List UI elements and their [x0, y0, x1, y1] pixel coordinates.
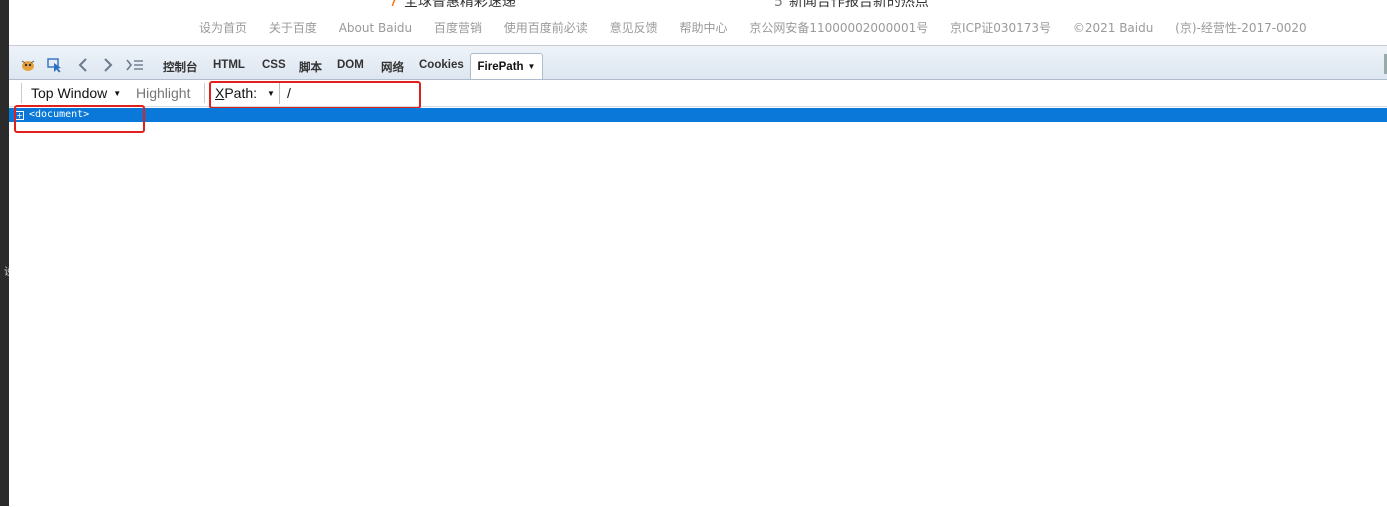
- footer-link[interactable]: 意见反馈: [610, 21, 658, 35]
- firebug-bug-icon[interactable]: [19, 57, 37, 73]
- firebug-panel: 控制台 HTML CSS 脚本 DOM 网络 Cookies FirePath ▼…: [9, 45, 1387, 507]
- footer-link[interactable]: About Baidu: [339, 21, 412, 35]
- caret-down-icon: ▼: [527, 62, 536, 71]
- xpath-input[interactable]: [279, 82, 1387, 104]
- footer-link[interactable]: 关于百度: [269, 21, 317, 35]
- forward-arrow-icon[interactable]: [99, 57, 117, 73]
- footer-links: 设为首页 关于百度 About Baidu 百度营销 使用百度前必读 意见反馈 …: [199, 19, 1325, 36]
- news-number: 5: [774, 0, 783, 10]
- news-item[interactable]: 5 新闻合作报告新的热点: [774, 0, 929, 11]
- tab-css[interactable]: CSS: [262, 59, 286, 71]
- caret-down-icon: ▼: [113, 89, 122, 99]
- tab-dom[interactable]: DOM: [337, 59, 364, 71]
- firebug-tab-bar: 控制台 HTML CSS 脚本 DOM 网络 Cookies FirePath ▼: [9, 46, 1387, 80]
- tab-cookies[interactable]: Cookies: [419, 59, 464, 71]
- annotation-highlight-box: [14, 105, 145, 133]
- toolbar-divider: [204, 83, 205, 103]
- tab-html[interactable]: HTML: [213, 59, 245, 71]
- footer-link[interactable]: 帮助中心: [679, 21, 727, 35]
- tree-row-document[interactable]: + <document>: [9, 108, 1387, 122]
- news-text: 全球普惠精彩速递: [403, 0, 516, 10]
- footer-link[interactable]: 设为首页: [199, 21, 247, 35]
- footer-link[interactable]: 京ICP证030173号: [950, 21, 1051, 35]
- tab-console[interactable]: 控制台: [163, 59, 198, 75]
- highlight-button[interactable]: Highlight: [136, 83, 190, 103]
- tab-firepath-label: FirePath: [477, 60, 524, 73]
- tab-script[interactable]: 脚本: [299, 59, 322, 75]
- footer-link: ©2021 Baidu: [1072, 21, 1154, 35]
- inspect-element-icon[interactable]: [46, 57, 64, 73]
- command-line-icon[interactable]: [126, 57, 144, 73]
- left-window-edge: 设: [0, 0, 14, 506]
- footer-link[interactable]: 使用百度前必读: [504, 21, 588, 35]
- tab-firepath[interactable]: FirePath ▼: [470, 53, 543, 79]
- news-item[interactable]: 7 全球普惠精彩速递: [389, 0, 516, 11]
- news-text: 新闻合作报告新的热点: [788, 0, 929, 10]
- back-arrow-icon[interactable]: [74, 57, 92, 73]
- top-window-dropdown[interactable]: Top Window ▼: [21, 83, 121, 103]
- footer-link[interactable]: 百度营销: [434, 21, 482, 35]
- annotation-highlight-box: [209, 81, 421, 109]
- footer-link[interactable]: (京)-经营性-2017-0020: [1175, 21, 1306, 35]
- baidu-page-footer: 7 全球普惠精彩速递 5 新闻合作报告新的热点 设为首页 关于百度 About Ba…: [9, 0, 1387, 44]
- top-window-label: Top Window: [31, 85, 108, 101]
- tab-net[interactable]: 网络: [381, 59, 404, 75]
- footer-link[interactable]: 京公网安备11000002000001号: [749, 21, 928, 35]
- news-number: 7: [389, 0, 398, 10]
